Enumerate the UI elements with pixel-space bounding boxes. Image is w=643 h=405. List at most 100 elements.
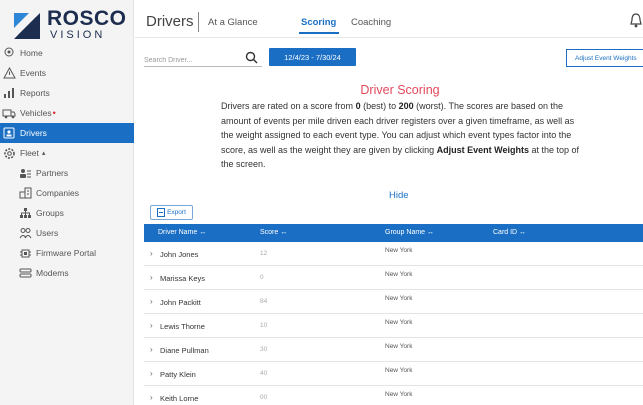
column-header-score[interactable]: Score ↔ xyxy=(260,229,287,236)
search-input[interactable] xyxy=(144,52,240,69)
expand-chevron-icon[interactable]: › xyxy=(150,297,153,306)
driver-score: 12 xyxy=(260,250,268,257)
group-name: New York xyxy=(385,247,413,254)
sidebar-item-users[interactable]: Users xyxy=(0,223,134,243)
info-text: Drivers are rated on a score from xyxy=(221,101,356,111)
sidebar-item-groups[interactable]: Groups xyxy=(0,203,134,223)
sidebar-item-home[interactable]: Home xyxy=(0,43,134,63)
logo-text-vision: VISION xyxy=(50,29,106,41)
expand-chevron-icon[interactable]: › xyxy=(150,345,153,354)
info-description: Drivers are rated on a score from 0 (bes… xyxy=(221,99,583,172)
driver-name: Lewis Thorne xyxy=(160,322,205,331)
chip-icon xyxy=(18,246,32,260)
sidebar-item-label: Modems xyxy=(36,268,69,278)
date-range-button[interactable]: 12/4/23 - 7/30/24 xyxy=(269,48,356,66)
building-icon xyxy=(18,186,32,200)
sidebar-item-label: Firmware Portal xyxy=(36,248,96,258)
sidebar-item-label: Partners xyxy=(36,168,69,178)
search-box xyxy=(144,49,262,69)
export-button[interactable]: Export xyxy=(150,205,193,220)
driver-score: 0 xyxy=(260,274,264,281)
table-header: Driver Name ↔ Score ↔ Group Name ↔ Card … xyxy=(144,224,643,242)
worst-score-value: 200 xyxy=(398,101,414,111)
warning-triangle-icon xyxy=(2,66,16,80)
search-icon[interactable] xyxy=(245,51,258,64)
alert-dot: • xyxy=(52,108,56,118)
tab-scoring[interactable]: Scoring xyxy=(301,17,336,28)
driver-score: 84 xyxy=(260,298,268,305)
column-header-group-name[interactable]: Group Name ↔ xyxy=(385,229,434,236)
group-name: New York xyxy=(385,343,413,350)
sidebar-item-modems[interactable]: Modems xyxy=(0,263,134,283)
driver-score: 40 xyxy=(260,370,268,377)
sidebar-item-companies[interactable]: Companies xyxy=(0,183,134,203)
users-icon xyxy=(18,226,32,240)
table-row[interactable]: › Lewis Thorne 10 New York xyxy=(144,314,643,338)
export-file-icon xyxy=(157,208,166,217)
modem-icon xyxy=(18,266,32,280)
adjust-event-weights-button[interactable]: Adjust Event Weights xyxy=(566,49,643,67)
table-row[interactable]: › Patty Klein 40 New York xyxy=(144,362,643,386)
sidebar-item-label: Fleet xyxy=(20,148,39,158)
info-text: (best) to xyxy=(360,101,399,111)
tab-at-a-glance[interactable]: At a Glance xyxy=(208,17,258,28)
table-row[interactable]: › Marissa Keys 0 New York xyxy=(144,266,643,290)
sidebar-item-events[interactable]: Events xyxy=(0,63,134,83)
expand-chevron-icon[interactable]: › xyxy=(150,321,153,330)
group-name: New York xyxy=(385,367,413,374)
driver-id-icon xyxy=(2,126,16,140)
truck-icon xyxy=(2,106,16,120)
column-header-card-id[interactable]: Card ID ↔ xyxy=(493,229,526,236)
expand-chevron-icon[interactable]: › xyxy=(150,393,153,402)
sidebar-item-vehicles[interactable]: Vehicles • xyxy=(0,103,134,123)
sidebar-item-label: Groups xyxy=(36,208,64,218)
tab-coaching[interactable]: Coaching xyxy=(351,17,391,28)
title-divider xyxy=(198,12,199,32)
group-name: New York xyxy=(385,271,413,278)
partners-icon xyxy=(18,166,32,180)
export-label: Export xyxy=(167,209,186,216)
hide-info-link[interactable]: Hide xyxy=(389,190,409,201)
sitemap-icon xyxy=(18,206,32,220)
sidebar-item-reports[interactable]: Reports xyxy=(0,83,134,103)
gear-icon xyxy=(2,146,16,160)
top-header: Drivers At a Glance Scoring Coaching xyxy=(135,0,643,38)
table-row[interactable]: › Keith Lorne 00 New York xyxy=(144,386,643,405)
sidebar-item-firmware-portal[interactable]: Firmware Portal xyxy=(0,243,134,263)
sidebar-item-label: Home xyxy=(20,48,43,58)
group-name: New York xyxy=(385,391,413,398)
expand-chevron-icon[interactable]: › xyxy=(150,369,153,378)
rosco-vision-logo[interactable]: ROSCO VISION xyxy=(10,8,130,42)
sidebar-item-label: Users xyxy=(36,228,59,238)
sidebar-item-drivers[interactable]: Drivers xyxy=(0,123,134,143)
page-title: Drivers xyxy=(146,13,194,30)
driver-name: Keith Lorne xyxy=(160,394,199,403)
sidebar-item-fleet[interactable]: Fleet ▴ xyxy=(0,143,134,163)
bar-chart-icon xyxy=(2,86,16,100)
sidebar-item-label: Vehicles xyxy=(20,108,52,118)
drivers-table: Driver Name ↔ Score ↔ Group Name ↔ Card … xyxy=(144,224,643,405)
sidebar-item-label: Events xyxy=(20,68,46,78)
info-title: Driver Scoring xyxy=(360,83,440,97)
sidebar-nav: Home Events Reports Vehicles • Drivers F… xyxy=(0,43,134,283)
table-row[interactable]: › Diane Pullman 30 New York xyxy=(144,338,643,362)
bell-icon[interactable] xyxy=(630,12,642,28)
driver-score: 00 xyxy=(260,394,268,401)
active-tab-indicator xyxy=(299,32,339,34)
column-header-driver-name[interactable]: Driver Name ↔ xyxy=(158,229,206,236)
sidebar-item-label: Drivers xyxy=(20,128,47,138)
caret-up-icon: ▴ xyxy=(41,150,46,157)
table-row[interactable]: › John Jones 12 New York xyxy=(144,242,643,266)
expand-chevron-icon[interactable]: › xyxy=(150,249,153,258)
driver-name: Marissa Keys xyxy=(160,274,206,283)
table-row[interactable]: › John Packitt 84 New York xyxy=(144,290,643,314)
driver-name: Diane Pullman xyxy=(160,346,209,355)
logo-mark-icon xyxy=(14,13,40,39)
driver-score: 10 xyxy=(260,322,268,329)
driver-name: John Packitt xyxy=(160,298,201,307)
expand-chevron-icon[interactable]: › xyxy=(150,273,153,282)
group-name: New York xyxy=(385,319,413,326)
sidebar-item-label: Reports xyxy=(20,88,50,98)
group-name: New York xyxy=(385,295,413,302)
sidebar-item-partners[interactable]: Partners xyxy=(0,163,134,183)
